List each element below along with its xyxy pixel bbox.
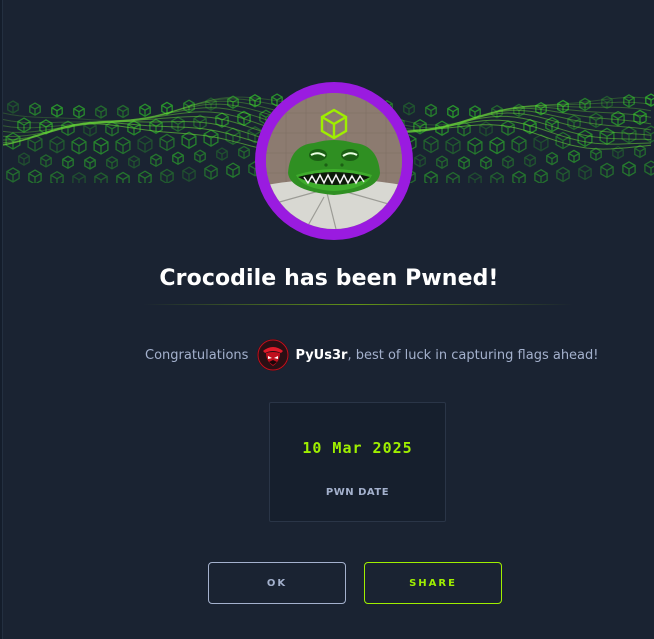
username[interactable]: PyUs3r (295, 348, 347, 363)
congrats-prefix: Congratulations (145, 347, 249, 363)
congrats-suffix: , best of luck in capturing flags ahead! (347, 347, 599, 363)
share-button[interactable]: SHARE (364, 562, 502, 604)
share-button-label: SHARE (409, 577, 457, 589)
pwned-modal: Crocodile has been Pwned! Congratulation… (2, 0, 654, 639)
title-divider (143, 304, 573, 305)
pwn-date-value: 10 Mar 2025 (302, 439, 413, 457)
pwn-date-label: PWN DATE (325, 487, 390, 498)
pwn-date-card: 10 Mar 2025 PWN DATE (269, 402, 446, 522)
crocodile-avatar-icon (266, 93, 402, 229)
machine-avatar (255, 82, 413, 240)
congrats-message: Congratulations PyUs3r , best of luck in… (145, 338, 599, 372)
hacker-avatar-icon[interactable] (257, 339, 290, 371)
ok-button-label: OK (266, 577, 288, 589)
ok-button[interactable]: OK (208, 562, 346, 604)
pwned-title: Crocodile has been Pwned! (159, 266, 499, 291)
